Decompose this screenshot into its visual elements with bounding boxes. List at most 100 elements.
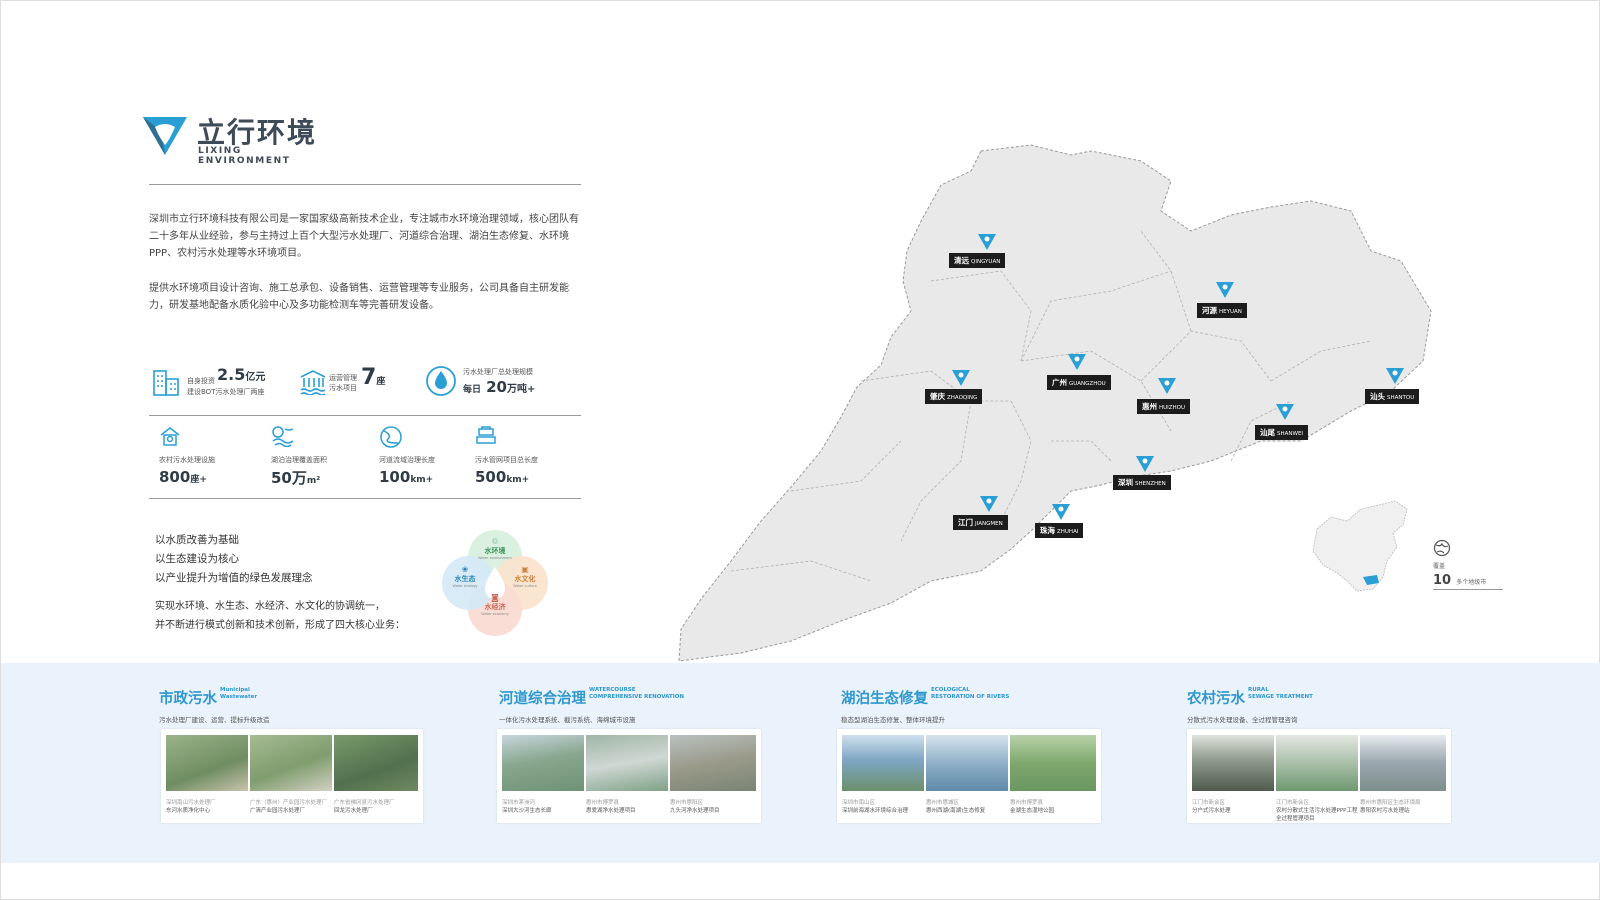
brand-name-cn: 立行环境 <box>197 116 318 149</box>
brochure-page: 立行环境 LIXING ENVIRONMENT 深圳市立行环境科技有限公司是一家… <box>0 0 1600 900</box>
stat-capacity-cap2: 每日 <box>463 385 482 395</box>
business-municipal-card[interactable]: 深圳南山污水处理厂 东河水质净化中心 广东（惠州）产业园污水处理厂 广清产业园污水处… <box>161 729 423 823</box>
pin-label-shenzhen: 深圳 <box>1118 478 1133 487</box>
pin-label-huizhou-en: HUIZHOU <box>1159 405 1186 411</box>
business-rural-card[interactable]: 江门市新会区 分户式污水处理 江门市新会区 农村分散式生活污水处理PPP工程全过程管… <box>1187 729 1451 823</box>
pin-label-shanwei-en: SHANWEI <box>1277 431 1304 437</box>
pin-label-jiangmen-en: JIANGMEN <box>975 521 1003 527</box>
business-rural-title: 农村污水 <box>1187 691 1245 707</box>
cap-municipal-3b: 回龙污水处理厂 <box>334 808 373 814</box>
business-municipal-title: 市政污水 <box>159 691 217 707</box>
petal-culture-cn: 水文化 <box>514 575 536 583</box>
lake-icon <box>272 426 294 447</box>
stat-investment-num: 2.5 <box>217 365 246 384</box>
business-municipal-en2: Wastewater <box>220 693 258 700</box>
photo-municipal-2 <box>250 735 332 791</box>
metric-pipe: 污水管网项目总长度 500km+ <box>475 425 575 486</box>
divider-bottom <box>149 498 581 499</box>
photo-rural-1 <box>1192 735 1274 791</box>
stat-investment: 自身投资 建设BOT污水处理厂两座 2.5亿元 <box>151 365 281 401</box>
pipe-icon <box>476 426 496 444</box>
photo-rural-2 <box>1276 735 1358 791</box>
slogan-list: 以水质改善为基础 以生态建设为核心 以产业提升为增值的绿色发展理念 <box>155 531 313 588</box>
photo-watercourse-3 <box>670 735 756 791</box>
business-lake-desc: 稳态型湖泊生态修复、整体环境提升 <box>841 716 945 724</box>
petal-culture-en: Water culture <box>513 584 537 588</box>
pin-label-qingyuan-en: QINGYUAN <box>971 259 1001 265</box>
map-pin-icon <box>1158 378 1176 394</box>
map-pin-icon <box>1386 368 1404 384</box>
map-pin-icon <box>1216 282 1234 298</box>
cap-watercourse-2b: 惠爱湖净水处理项目 <box>586 808 636 814</box>
map-pin-icon <box>952 370 970 386</box>
pin-label-zhaoqing-en: ZHAOQING <box>947 395 978 401</box>
photo-municipal-3 <box>334 735 418 791</box>
stat-investment-cap1: 自身投资 <box>187 377 215 385</box>
map-pin-icon <box>1068 354 1086 370</box>
business-watercourse-en1: WATERCOURSE <box>589 687 636 693</box>
stat-operation-cap2: 污水项目 <box>329 384 357 392</box>
cap-watercourse-1b: 深圳大沙河生态长廊 <box>502 808 552 814</box>
business-watercourse-en2: COMPREHENSIVE RENOVATION <box>589 693 685 700</box>
brand-name-en: LIXING ENVIRONMENT <box>198 146 291 166</box>
slogan-2: 以生态建设为核心 <box>155 553 239 565</box>
business-watercourse-title: 河道综合治理 <box>499 691 586 707</box>
business-rural-en1: RURAL <box>1248 687 1269 693</box>
business-lake-card[interactable]: 深圳市南山区 深圳前海湖水环境综合治理 惠州市惠城区 惠州西湖(南湖)生态修复 惠州… <box>837 729 1101 823</box>
coverage-unit: 多个地级市 <box>1456 579 1487 586</box>
cap-watercourse-3b: 九头河净水处理项目 <box>670 808 720 814</box>
stat-capacity-num: 20 <box>486 378 507 396</box>
business-lake-en2: RESTORATION OF RIVERS <box>931 693 1010 700</box>
stat-operation: 运营管理 污水项目 7座 <box>299 365 399 401</box>
petal-economy-cn: 水经济 <box>484 603 506 611</box>
pin-label-shenzhen-en: SHENZHEN <box>1135 481 1166 487</box>
petal-env-en: Water environment <box>478 556 512 560</box>
metric-lake-num: 50万 <box>271 469 307 487</box>
house-icon <box>160 427 180 446</box>
cap-lake-2a: 惠州市惠城区 <box>926 800 960 806</box>
cap-rural-1a: 江门市新会区 <box>1192 800 1226 806</box>
pin-label-heyuan-en: HEYUAN <box>1219 309 1242 315</box>
pin-label-huizhou: 惠州 <box>1142 402 1157 411</box>
logo: 立行环境 LIXING ENVIRONMENT <box>141 113 331 166</box>
stat-capacity: 污水处理厂总处理规模 每日 20万吨+ <box>425 363 565 401</box>
business-watercourse[interactable]: 河道综合治理WATERCOURSE COMPREHENSIVE RENOVATIO… <box>499 687 769 724</box>
business-rural[interactable]: 农村污水RURAL SEWAGE TREATMENT 分散式污水处理设备、全过程管… <box>1187 687 1457 724</box>
business-rural-desc: 分散式污水处理设备、全过程管理咨询 <box>1187 716 1298 724</box>
petal-ecology-cn: 水生态 <box>454 575 476 583</box>
intro-paragraph-2: 提供水环境项目设计咨询、施工总承包、设备销售、运营管理等专业服务，公司具备自主研… <box>149 283 569 311</box>
globe-icon <box>1433 539 1451 557</box>
slogan-1: 以水质改善为基础 <box>155 534 239 546</box>
pin-label-guangzhou: 广州 <box>1052 378 1067 387</box>
petal-icon-culture: ▣ <box>521 565 529 574</box>
coverage-num: 10 <box>1433 573 1452 588</box>
photo-watercourse-1 <box>502 735 584 791</box>
pin-label-guangzhou-en: GUANGZHOU <box>1069 381 1106 387</box>
cap-municipal-1a: 深圳南山污水处理厂 <box>166 800 216 806</box>
petal-icon-economy: ◙ <box>491 593 499 602</box>
cap-rural-3b: 惠阳农村污水处理站 <box>1360 808 1410 814</box>
stat-investment-cap2: 建设BOT污水处理厂两座 <box>187 388 265 396</box>
stat-capacity-cap1: 污水处理厂总处理规模 <box>463 368 533 376</box>
business-municipal[interactable]: 市政污水Municipal Wastewater 污水处理厂建设、运营、提标升级改… <box>159 687 429 724</box>
metric-lake-unit: m² <box>306 476 321 486</box>
business-watercourse-card[interactable]: 深圳市茅洲河 深圳大沙河生态长廊 惠州市博罗县 惠爱湖净水处理项目 惠州市惠阳区 九头… <box>497 729 761 823</box>
metric-pipe-cap: 污水管网项目总长度 <box>475 456 538 464</box>
business-lake[interactable]: 湖泊生态修复ECOLOGICAL RESTORATION OF RIVERS 稳态… <box>841 687 1111 724</box>
business-municipal-desc: 污水处理厂建设、运营、提标升级改造 <box>159 716 270 724</box>
stat-operation-num: 7 <box>361 365 377 390</box>
pin-label-zhuhai: 珠海 <box>1040 526 1055 535</box>
petal-ecology-en: Water ecology <box>452 584 478 588</box>
cap-watercourse-1a: 深圳市茅洲河 <box>502 800 536 806</box>
metric-rural-cap: 农村污水处理设施 <box>159 456 215 464</box>
metric-pipe-num: 500 <box>475 468 507 486</box>
photo-rural-3 <box>1360 735 1446 791</box>
cap-municipal-2a: 广东（惠州）产业园污水处理厂 <box>250 800 328 806</box>
mission-line-2: 并不断进行模式创新和技术创新，形成了四大核心业务： <box>155 620 405 631</box>
photo-lake-2 <box>926 735 1008 791</box>
cap-rural-3a: 惠州市惠阳区生态环境局 <box>1360 800 1421 806</box>
cap-rural-1b: 分户式污水处理 <box>1192 808 1231 814</box>
photo-lake-1 <box>842 735 924 791</box>
photo-municipal-1 <box>166 735 248 791</box>
pin-label-qingyuan: 清远 <box>954 256 969 265</box>
